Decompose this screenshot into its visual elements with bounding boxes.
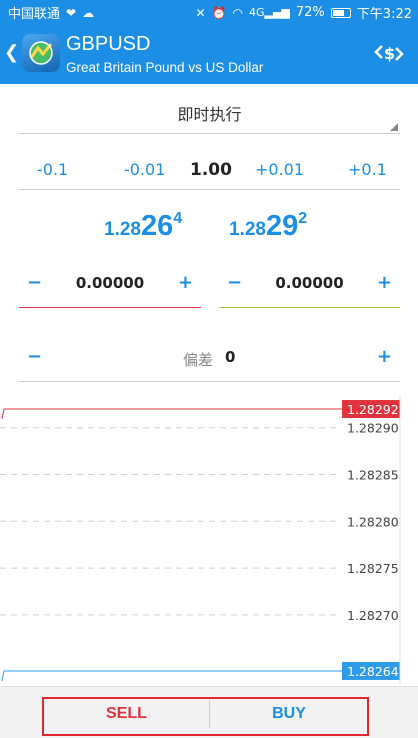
status-bar: 中国联通 ❤ ☁ ✕ ⏰ ◠ 4G▂▄▆ 72% 下午3:22 [0,0,418,24]
bid-line [1,670,342,682]
take-profit-value[interactable]: 0.00000 [219,274,400,292]
mute-icon: ✕ [195,5,206,20]
symbol-description: Great Britain Pound vs US Dollar [66,60,264,75]
deviation-value[interactable]: 0 [225,348,235,366]
stop-loss-plus-button[interactable]: + [178,272,193,293]
y-tick-label: 1.28275 [347,561,399,576]
dropdown-corner-icon [390,123,398,131]
ask-price: 1.28292 [229,210,307,243]
heart-icon: ❤ [66,5,77,20]
app-bar: ❮ GBPUSD Great Britain Pound vs US Dolla… [0,24,418,84]
execution-type-label: 即时执行 [177,105,242,124]
bid-price-prefix: 1.28 [104,219,141,240]
volume-value[interactable]: 1.00 [190,160,232,180]
deviation-field[interactable]: − 偏差 0 + [19,340,400,382]
volume-plus-0.1-button[interactable]: +0.1 [348,160,387,179]
ask-price-fraction: 2 [298,210,308,227]
stop-loss-value[interactable]: 0.00000 [19,274,201,292]
y-tick-label: 1.28285 [347,468,399,483]
deviation-plus-button[interactable]: + [377,346,392,367]
cloud-icon: ☁ [82,5,95,20]
signal-icon: 4G▂▄▆ [248,5,290,19]
volume-stepper: -0.1 -0.01 1.00 +0.01 +0.1 [19,150,400,190]
ask-line [1,408,342,420]
deviation-label: 偏差 [183,351,214,369]
ask-price-label: 1.28292 [347,402,399,417]
tick-chart: 1.28290 1.28285 1.28280 1.28275 1.28270 1.282… [0,395,401,685]
volume-minus-0.1-button[interactable]: -0.1 [37,160,68,179]
y-tick-label: 1.28270 [347,608,399,623]
bid-price-label: 1.28264 [347,664,399,679]
app-logo-icon[interactable] [22,34,60,72]
bid-price-fraction: 4 [173,210,183,227]
volume-plus-0.01-button[interactable]: +0.01 [255,160,304,179]
chevron-left-icon[interactable]: ❮ [4,42,19,63]
y-tick-label: 1.28280 [347,514,399,529]
ask-price-pips: 29 [265,210,299,242]
deviation-minus-button[interactable]: − [27,346,42,367]
stop-loss-underline [19,307,201,308]
carrier-label: 中国联通 [8,7,61,22]
battery-icon [330,8,351,18]
bid-price-pips: 26 [140,210,174,242]
alarm-icon: ⏰ [211,5,227,20]
battery-percent: 72% [295,5,325,20]
trade-icon[interactable]: $ [372,38,406,68]
bid-price: 1.28264 [104,210,182,243]
symbol-title: GBPUSD [66,33,151,55]
svg-text:$: $ [384,44,395,63]
volume-minus-0.01-button[interactable]: -0.01 [124,160,165,179]
ask-price-prefix: 1.28 [229,219,266,240]
execution-type-select[interactable]: 即时执行 [19,96,400,134]
take-profit-plus-button[interactable]: + [377,272,392,293]
take-profit-field[interactable]: − 0.00000 + [219,268,400,308]
y-tick-label: 1.28290 [347,421,399,436]
action-highlight-box [42,697,369,736]
take-profit-underline [219,307,400,308]
clock: 下午3:22 [356,7,412,22]
wifi-icon: ◠ [232,5,243,20]
stop-loss-field[interactable]: − 0.00000 + [19,268,201,308]
